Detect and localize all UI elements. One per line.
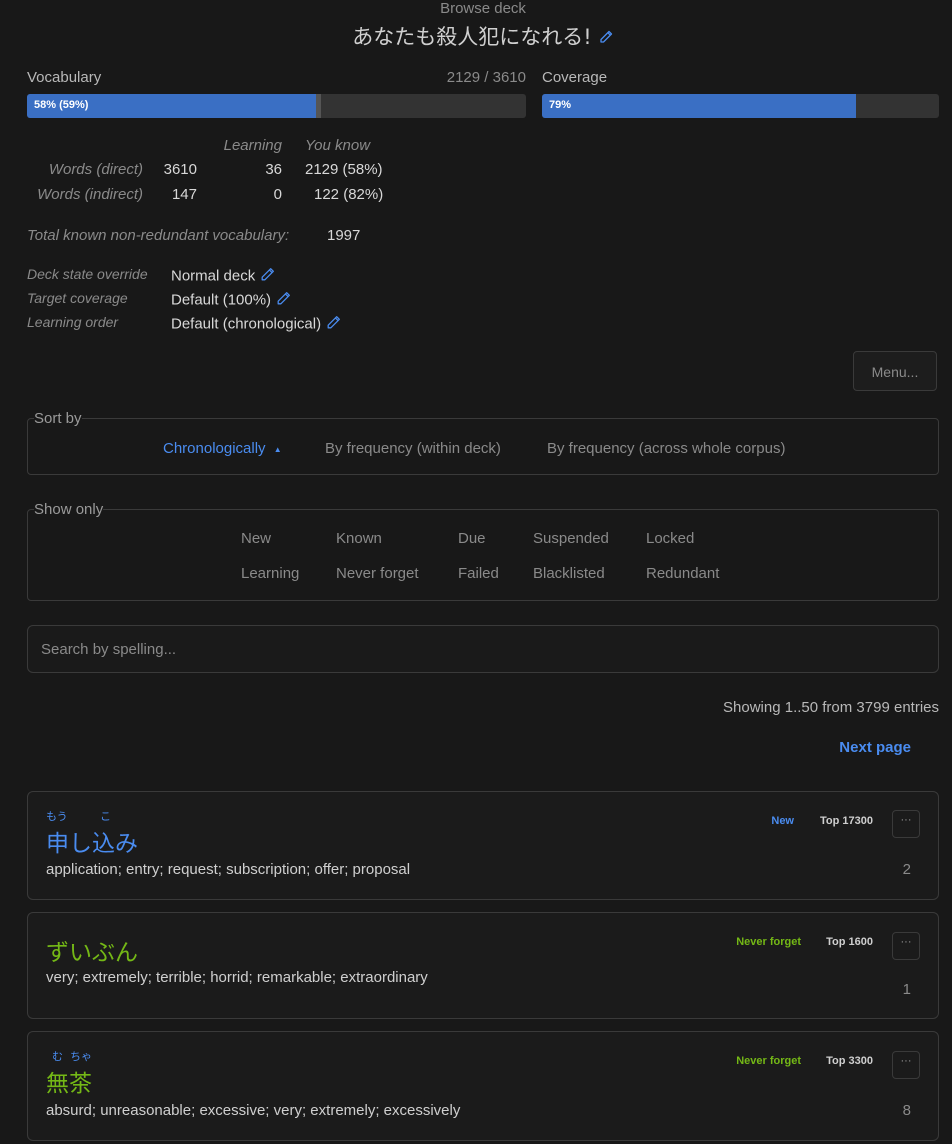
col-you-know-header: You know [305, 137, 371, 154]
furigana: む [52, 1050, 63, 1063]
row-direct-total: 3610 [163, 161, 197, 178]
filter-locked[interactable]: Locked [646, 530, 694, 547]
menu-button[interactable]: Menu... [853, 351, 937, 391]
target-coverage-label: Target coverage [27, 290, 128, 306]
learning-order-text: Default (chronological) [171, 315, 322, 333]
more-options-button[interactable]: ··· [892, 932, 920, 960]
row-indirect-known: 122 (82%) [314, 186, 384, 203]
status-badge: New [771, 815, 794, 827]
occurrence-count: 1 [902, 981, 911, 998]
filter-never-forget[interactable]: Never forget [336, 565, 419, 582]
vocab-word[interactable]: 無茶 [46, 1064, 92, 1098]
vocab-word[interactable]: 申し込み [46, 824, 138, 858]
col-learning-header: Learning [223, 137, 282, 154]
page-subtitle: Browse deck [440, 0, 526, 17]
deck-state-text: Normal deck [171, 267, 256, 285]
filter-blacklisted[interactable]: Blacklisted [533, 565, 605, 582]
show-only-legend: Show only [34, 501, 104, 518]
status-badge: Never forget [736, 936, 801, 948]
filter-failed[interactable]: Failed [458, 565, 499, 582]
vocabulary-target-marker [316, 94, 322, 118]
nonredundant-label: Total known non-redundant vocabulary: [27, 227, 290, 244]
edit-learning-order-icon[interactable] [325, 314, 342, 335]
vocab-card[interactable]: もう こ 申し込み application; entry; request; s… [27, 791, 939, 900]
vocab-meaning: application; entry; request; subscriptio… [46, 861, 411, 878]
showing-entries-text: Showing 1..50 from 3799 entries [723, 699, 939, 716]
sort-chronologically-label: Chronologically [163, 440, 266, 457]
row-direct-learning: 36 [265, 161, 282, 178]
occurrence-count: 2 [902, 861, 911, 878]
edit-title-icon[interactable] [598, 26, 614, 50]
coverage-progress-text: 79% [549, 99, 572, 111]
row-indirect-learning: 0 [273, 186, 282, 203]
filter-redundant[interactable]: Redundant [646, 565, 719, 582]
target-coverage-text: Default (100%) [171, 291, 272, 309]
next-page-link[interactable]: Next page [839, 739, 911, 756]
vocab-word[interactable]: ずいぶん [46, 933, 138, 967]
deck-title-text: あなたも殺人犯になれる! [352, 25, 592, 49]
learning-order-label: Learning order [27, 314, 119, 330]
row-direct-label: Words (direct) [48, 161, 143, 178]
vocab-card[interactable]: ずいぶん very; extremely; terrible; horrid; … [27, 912, 939, 1019]
frequency-rank: Top 17300 [820, 815, 873, 827]
frequency-rank: Top 3300 [826, 1055, 873, 1067]
deck-title: あなたも殺人犯になれる! [0, 21, 952, 51]
vocab-meaning: absurd; unreasonable; excessive; very; e… [46, 1102, 461, 1119]
vocabulary-label: Vocabulary [27, 69, 102, 86]
frequency-rank: Top 1600 [826, 936, 873, 948]
furigana: もう [46, 810, 68, 823]
coverage-progress-bar: 79% [542, 94, 939, 118]
sort-by-legend: Sort by [34, 410, 82, 427]
vocab-card[interactable]: む ちゃ 無茶 absurd; unreasonable; excessive;… [27, 1031, 939, 1141]
show-only-group: Show only [27, 501, 939, 601]
sort-chronologically[interactable]: Chronologically ▲ [163, 440, 282, 457]
coverage-label: Coverage [542, 69, 608, 86]
row-indirect-label: Words (indirect) [37, 186, 143, 203]
row-direct-known: 2129 (58%) [305, 161, 383, 178]
vocabulary-progress-bar: 58% (59%) [27, 94, 526, 118]
furigana: こ [100, 810, 111, 823]
vocabulary-progress-text: 58% (59%) [34, 99, 89, 111]
deck-state-value: Normal deck [171, 266, 276, 287]
filter-learning[interactable]: Learning [241, 565, 299, 582]
search-input[interactable] [27, 625, 939, 673]
edit-deck-state-icon[interactable] [259, 266, 276, 287]
filter-new[interactable]: New [241, 530, 271, 547]
vocabulary-count: 2129 / 3610 [446, 69, 526, 86]
sort-frequency-deck[interactable]: By frequency (within deck) [325, 440, 501, 457]
learning-order-value: Default (chronological) [171, 314, 342, 335]
sort-frequency-corpus[interactable]: By frequency (across whole corpus) [547, 440, 785, 457]
filter-suspended[interactable]: Suspended [533, 530, 609, 547]
sort-ascending-icon: ▲ [273, 444, 282, 454]
nonredundant-value: 1997 [327, 227, 361, 244]
more-options-button[interactable]: ··· [892, 810, 920, 838]
edit-target-coverage-icon[interactable] [275, 290, 292, 311]
filter-due[interactable]: Due [458, 530, 486, 547]
row-indirect-total: 147 [171, 186, 197, 203]
vocab-meaning: very; extremely; terrible; horrid; remar… [46, 969, 428, 986]
occurrence-count: 8 [902, 1102, 911, 1119]
filter-known[interactable]: Known [336, 530, 382, 547]
more-options-button[interactable]: ··· [892, 1051, 920, 1079]
deck-state-label: Deck state override [27, 266, 148, 282]
furigana: ちゃ [70, 1050, 92, 1063]
status-badge: Never forget [736, 1055, 801, 1067]
target-coverage-value: Default (100%) [171, 290, 292, 311]
coverage-progress-fill [542, 94, 856, 118]
